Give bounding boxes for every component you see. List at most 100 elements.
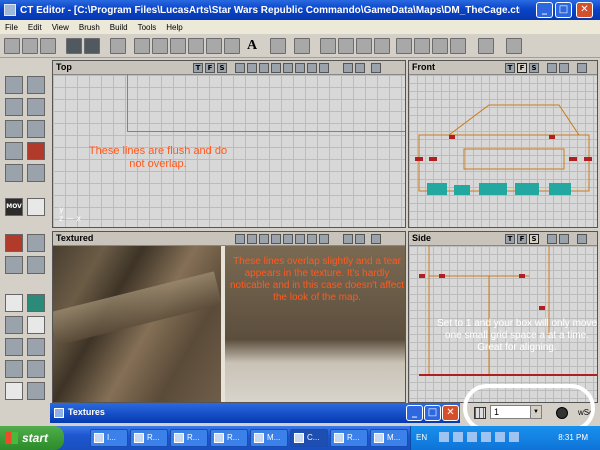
- view-mode-zone-icon[interactable]: [247, 63, 257, 73]
- actor-browser-icon[interactable]: [134, 38, 150, 54]
- view-mode-bsp-icon[interactable]: [259, 63, 269, 73]
- textures-close-button[interactable]: ✕: [442, 405, 459, 421]
- spiral-stairs-icon[interactable]: [5, 338, 23, 356]
- viewport-front-f-button[interactable]: F: [517, 63, 527, 73]
- maximize-button[interactable]: □: [555, 2, 572, 18]
- matinee-button[interactable]: MOV: [5, 198, 23, 216]
- texture-rotate-icon[interactable]: [27, 142, 45, 160]
- menu-brush[interactable]: Brush: [74, 23, 105, 32]
- viewport-side-s-button[interactable]: S: [529, 234, 539, 244]
- group-browser-icon[interactable]: [152, 38, 168, 54]
- mesh-browser-icon[interactable]: [188, 38, 204, 54]
- open-file-icon[interactable]: [22, 38, 38, 54]
- tray-icon[interactable]: [495, 432, 505, 442]
- task-button[interactable]: M...: [250, 429, 288, 447]
- view-mode-cull-icon[interactable]: [319, 63, 329, 73]
- viewport-side-f-button[interactable]: F: [517, 234, 527, 244]
- tray-icon[interactable]: [453, 432, 463, 442]
- cube-builder-icon[interactable]: [27, 198, 45, 216]
- rotate-tool-icon[interactable]: [5, 98, 23, 116]
- view-mode-bsp-icon[interactable]: [259, 234, 269, 244]
- viewport-front[interactable]: Front T F S: [408, 60, 598, 228]
- cone-builder-icon[interactable]: [5, 294, 23, 312]
- volumetric-builder-icon[interactable]: [5, 360, 23, 378]
- view-mode-depth-icon[interactable]: [307, 234, 317, 244]
- sphere-builder-icon[interactable]: [5, 382, 23, 400]
- redo-icon[interactable]: [84, 38, 100, 54]
- intersect-tool-icon[interactable]: [27, 382, 45, 400]
- tray-icon[interactable]: [509, 432, 519, 442]
- sound-browser-icon[interactable]: [206, 38, 222, 54]
- build-options-icon[interactable]: [374, 38, 390, 54]
- viewport-maximize-icon[interactable]: [371, 63, 381, 73]
- viewport-top-s-button[interactable]: S: [217, 63, 227, 73]
- stairs-builder-icon[interactable]: [5, 316, 23, 334]
- view-mode-cull-icon[interactable]: [319, 234, 329, 244]
- viewport-maximize-icon[interactable]: [577, 234, 587, 244]
- tray-icon[interactable]: [481, 432, 491, 442]
- camera-icon[interactable]: [432, 38, 448, 54]
- brush-tool-icon[interactable]: [5, 256, 23, 274]
- view-mode-wire-icon[interactable]: [235, 234, 245, 244]
- menu-build[interactable]: Build: [105, 23, 133, 32]
- build-geometry-icon[interactable]: [294, 38, 310, 54]
- build-paths-icon[interactable]: [338, 38, 354, 54]
- menu-file[interactable]: File: [0, 23, 23, 32]
- viewport-maximize-icon[interactable]: [371, 234, 381, 244]
- textures-minimize-button[interactable]: _: [406, 405, 423, 421]
- textures-window[interactable]: Textures _ □ ✕: [50, 403, 460, 423]
- viewport-side-t-button[interactable]: T: [505, 234, 515, 244]
- task-button[interactable]: I...: [90, 429, 128, 447]
- polygon-tool-icon[interactable]: [5, 164, 23, 182]
- view-mode-unlit-icon[interactable]: [295, 234, 305, 244]
- play-level-icon[interactable]: [396, 38, 412, 54]
- viewport-lock-icon[interactable]: [343, 63, 353, 73]
- viewport-options-icon[interactable]: [355, 63, 365, 73]
- menu-help[interactable]: Help: [161, 23, 187, 32]
- menu-edit[interactable]: Edit: [23, 23, 47, 32]
- viewport-front-t-button[interactable]: T: [505, 63, 515, 73]
- view-mode-texture-icon[interactable]: [559, 63, 569, 73]
- task-button[interactable]: R...: [330, 429, 368, 447]
- task-button[interactable]: M...: [370, 429, 408, 447]
- view-mode-texture-icon[interactable]: [559, 234, 569, 244]
- minimize-button[interactable]: _: [536, 2, 553, 18]
- viewport-lock-icon[interactable]: [343, 234, 353, 244]
- build-all-icon[interactable]: [356, 38, 372, 54]
- task-button[interactable]: R...: [210, 429, 248, 447]
- build-lighting-icon[interactable]: [320, 38, 336, 54]
- viewport-options-icon[interactable]: [355, 234, 365, 244]
- vertex-edit-icon[interactable]: [27, 76, 45, 94]
- textures-maximize-button[interactable]: □: [424, 405, 441, 421]
- pointer-icon[interactable]: [506, 38, 522, 54]
- view-mode-light-icon[interactable]: [283, 234, 293, 244]
- tetrahedron-builder-icon[interactable]: [27, 360, 45, 378]
- viewport-textured[interactable]: Textured These lines overlap slightly an…: [52, 231, 406, 403]
- viewport-top[interactable]: Top T F S yz — x These lines are flush a…: [52, 60, 406, 228]
- view-mode-light-icon[interactable]: [283, 63, 293, 73]
- cylinder-builder-icon[interactable]: [27, 294, 45, 312]
- view-icon[interactable]: [450, 38, 466, 54]
- viewport-side[interactable]: Side T F S Set to 1 and your box will on…: [408, 231, 598, 403]
- tools-icon[interactable]: [414, 38, 430, 54]
- view-mode-wire-icon[interactable]: [235, 63, 245, 73]
- view-mode-texture-icon[interactable]: [271, 63, 281, 73]
- language-indicator[interactable]: EN: [416, 433, 427, 442]
- view-mode-unlit-icon[interactable]: [295, 63, 305, 73]
- font-browser-button[interactable]: A: [244, 38, 260, 54]
- viewport-front-s-button[interactable]: S: [529, 63, 539, 73]
- scale-tool-icon[interactable]: [5, 120, 23, 138]
- view-mode-texture-icon[interactable]: [271, 234, 281, 244]
- start-button[interactable]: start: [0, 426, 64, 450]
- terrain-builder-icon[interactable]: [27, 338, 45, 356]
- menu-tools[interactable]: Tools: [133, 23, 162, 32]
- save-file-icon[interactable]: [40, 38, 56, 54]
- music-browser-icon[interactable]: [224, 38, 240, 54]
- view-mode-wire-icon[interactable]: [547, 63, 557, 73]
- task-button[interactable]: R...: [130, 429, 168, 447]
- actor-properties-icon[interactable]: [270, 38, 286, 54]
- sheet-builder-icon[interactable]: [27, 256, 45, 274]
- search-icon[interactable]: [110, 38, 126, 54]
- freehand-poly-icon[interactable]: [27, 234, 45, 252]
- viewport-maximize-icon[interactable]: [577, 63, 587, 73]
